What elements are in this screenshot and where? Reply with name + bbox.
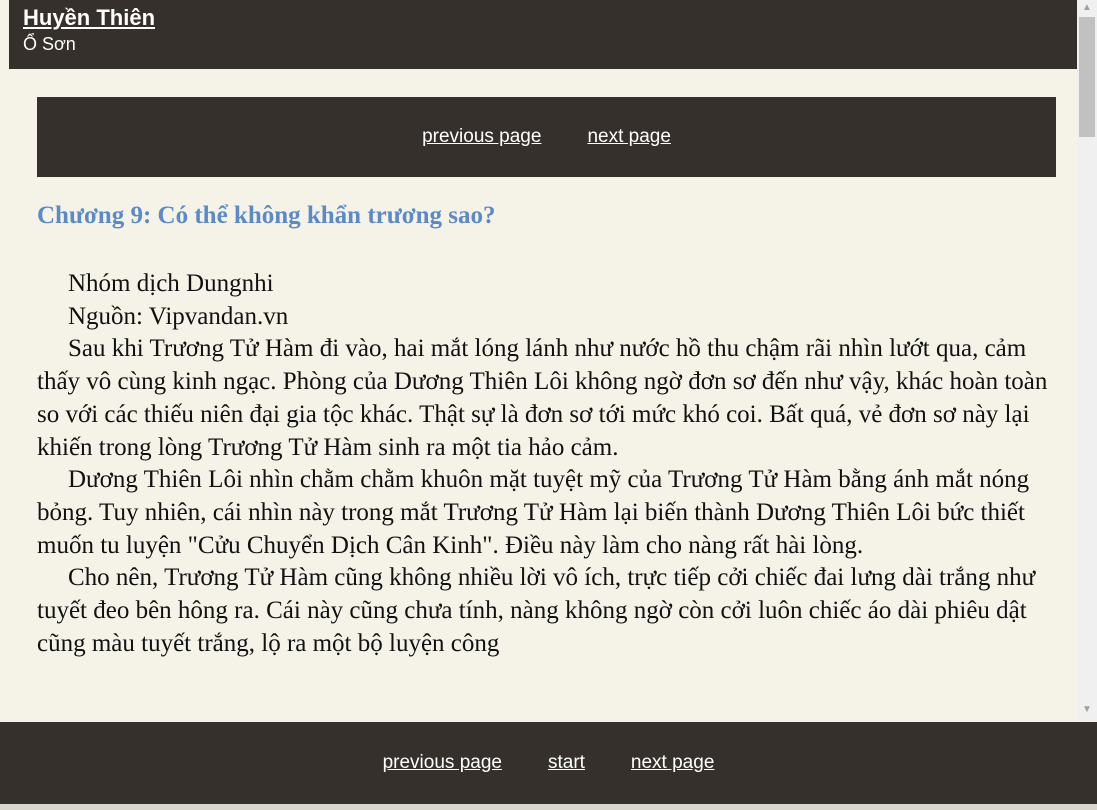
author-name: Ổ Sơn	[23, 34, 76, 54]
book-title-link[interactable]: Huyền Thiên	[23, 5, 155, 31]
content-paragraph: Cho nên, Trương Tử Hàm cũng không nhiều …	[37, 564, 1036, 657]
bottom-next-page-link[interactable]: next page	[631, 752, 714, 774]
previous-page-link[interactable]: previous page	[422, 126, 541, 148]
scroll-up-arrow-icon[interactable]: ▲	[1077, 0, 1097, 16]
page-edge	[0, 0, 9, 810]
top-navigation: previous page next page	[37, 97, 1056, 177]
content-paragraph: Sau khi Trương Tử Hàm đi vào, hai mắt ló…	[37, 335, 1048, 461]
chapter-content: Nhóm dịch Dungnhi Nguồn: Vipvandan.vn Sa…	[37, 268, 1062, 722]
bottom-navigation: previous page start next page	[0, 722, 1097, 804]
scrollbar-thumb[interactable]	[1079, 17, 1095, 137]
content-paragraph: Nguồn: Vipvandan.vn	[68, 302, 289, 330]
next-page-link[interactable]: next page	[587, 126, 670, 148]
content-paragraph: Dương Thiên Lôi nhìn chằm chằm khuôn mặt…	[37, 466, 1030, 559]
bottom-previous-page-link[interactable]: previous page	[383, 752, 502, 774]
start-link[interactable]: start	[548, 752, 585, 774]
window-bottom-edge	[0, 804, 1097, 810]
vertical-scrollbar[interactable]: ▲ ▼	[1077, 0, 1097, 722]
site-header: Huyền Thiên Ổ Sơn	[9, 0, 1077, 69]
scroll-down-arrow-icon[interactable]: ▼	[1077, 702, 1097, 718]
chapter-title: Chương 9: Có thể không khẩn trương sao?	[37, 202, 496, 229]
content-paragraph: Nhóm dịch Dungnhi	[68, 270, 274, 297]
